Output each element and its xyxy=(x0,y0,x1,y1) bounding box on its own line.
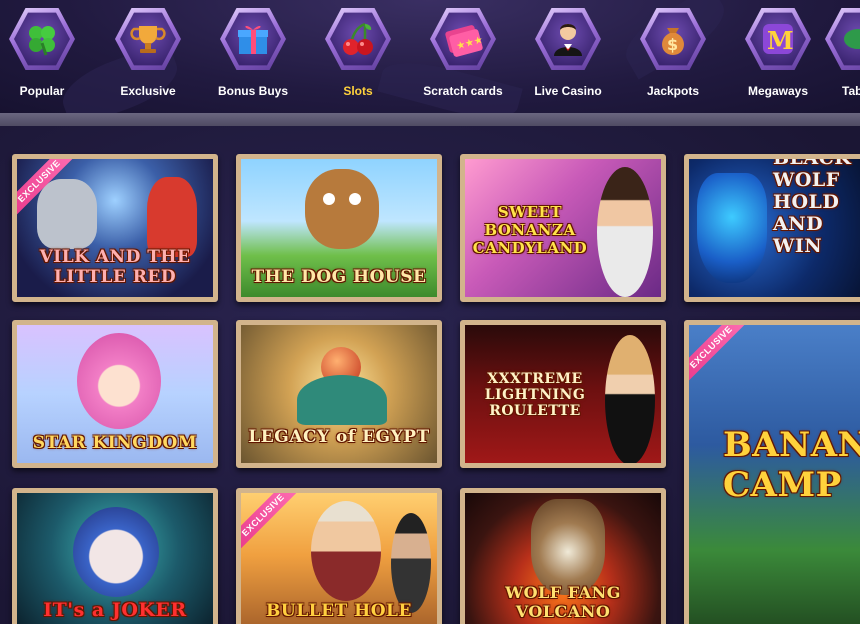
table-games-icon xyxy=(844,29,860,49)
game-tile-its-a-joker[interactable]: IT's a JOKER xyxy=(12,488,218,624)
hex-frame xyxy=(220,7,286,71)
dog-eye xyxy=(323,193,335,205)
category-bonus-buys[interactable]: Bonus Buys xyxy=(201,4,305,108)
trophy-icon xyxy=(130,26,166,53)
hex-inner xyxy=(225,12,281,66)
hex-inner xyxy=(120,12,176,66)
hex-frame xyxy=(825,7,860,71)
wolf-character xyxy=(697,173,767,283)
game-tile-vilk[interactable]: VILK AND THE LITTLE RED EXCLUSIVE xyxy=(12,154,218,302)
hex-frame: $ xyxy=(640,7,706,71)
wolf-character xyxy=(531,499,605,595)
princess-character xyxy=(77,333,161,429)
game-title: SWEET BONANZA CANDYLAND xyxy=(472,203,588,257)
category-megaways[interactable]: M Megaways xyxy=(726,4,830,108)
game-title: THE DOG HOUSE xyxy=(251,267,427,287)
game-tile-legacy-of-egypt[interactable]: LEGACY of EGYPT xyxy=(236,320,442,468)
game-tile-bullet-hole[interactable]: BULLET HOLE EXCLUSIVE xyxy=(236,488,442,624)
category-live-casino[interactable]: Live Casino xyxy=(516,4,620,108)
svg-text:$: $ xyxy=(667,35,678,54)
money-bag-icon: $ xyxy=(662,28,684,55)
game-title: LEGACY of EGYPT xyxy=(248,427,430,447)
category-label: Jackpots xyxy=(646,84,700,98)
game-title: BLACK WOLF HOLD AND WIN xyxy=(773,154,852,257)
game-title: XXXTREME LIGHTNING ROULETTE xyxy=(484,371,586,419)
hex-inner: $ xyxy=(645,12,701,66)
divider-bar xyxy=(0,113,860,126)
category-label: Live Casino xyxy=(534,84,602,98)
category-label: Popular xyxy=(19,84,65,98)
presenter-character xyxy=(597,167,653,297)
joker-character xyxy=(73,507,159,597)
scratch-card-icon: ★★★ xyxy=(445,25,483,57)
hex-inner xyxy=(330,12,386,66)
category-slots[interactable]: Slots xyxy=(306,4,410,108)
game-tile-lightning-roulette[interactable]: XXXTREME LIGHTNING ROULETTE xyxy=(460,320,666,468)
hex-inner: ★★★ xyxy=(435,12,491,66)
cherries-icon xyxy=(343,22,373,55)
category-table[interactable]: Tab xyxy=(818,4,860,108)
category-label: Bonus Buys xyxy=(217,84,288,98)
category-scratch-cards[interactable]: ★★★ Scratch cards xyxy=(411,4,515,108)
game-tile-banana-camp[interactable]: BANANA CAMP EXCLUSIVE xyxy=(684,320,860,624)
hex-frame xyxy=(115,7,181,71)
category-label: Megaways xyxy=(747,84,809,98)
outlaw-character xyxy=(391,513,431,613)
red-riding-hood-character xyxy=(147,177,197,257)
dog-character xyxy=(305,169,379,249)
category-label: Scratch cards xyxy=(423,84,503,98)
clover-icon xyxy=(29,26,55,56)
megaways-m-icon: M xyxy=(763,24,794,55)
games-grid: VILK AND THE LITTLE RED EXCLUSIVE THE DO… xyxy=(0,126,860,624)
category-exclusive[interactable]: Exclusive xyxy=(96,4,200,108)
category-label: Exclusive xyxy=(120,84,176,98)
game-tile-black-wolf[interactable]: BLACK WOLF HOLD AND WIN xyxy=(684,154,860,302)
hex-frame xyxy=(535,7,601,71)
dog-eye xyxy=(349,193,361,205)
sheriff-character xyxy=(311,501,381,601)
game-tile-dog-house[interactable]: THE DOG HOUSE xyxy=(236,154,442,302)
game-title: BULLET HOLE xyxy=(266,601,412,621)
svg-text:M: M xyxy=(767,26,794,55)
game-title: VILK AND THE LITTLE RED xyxy=(39,247,191,287)
category-label: Slots xyxy=(343,84,373,98)
hex-inner: M xyxy=(750,12,806,66)
game-title: BANANA CAMP xyxy=(723,425,860,505)
category-label: Tab xyxy=(842,84,860,98)
hex-inner xyxy=(830,12,860,66)
game-title: STAR KINGDOM xyxy=(32,433,198,453)
category-bar: Popular Exclusive Bonus Buys Slots ★★★ S… xyxy=(0,0,860,113)
game-tile-sweet-bonanza[interactable]: SWEET BONANZA CANDYLAND xyxy=(460,154,666,302)
dealer-icon xyxy=(554,24,582,56)
hex-inner xyxy=(14,12,70,66)
game-tile-star-kingdom[interactable]: STAR KINGDOM xyxy=(12,320,218,468)
game-tile-wolf-fang-volcano[interactable]: WOLF FANG VOLCANO xyxy=(460,488,666,624)
wolf-character xyxy=(37,179,97,249)
scarab-wings xyxy=(297,375,387,425)
hex-frame xyxy=(325,7,391,71)
category-popular[interactable]: Popular xyxy=(0,4,94,108)
hex-frame xyxy=(9,7,75,71)
category-jackpots[interactable]: $ Jackpots xyxy=(621,4,725,108)
gift-icon xyxy=(238,25,268,54)
presenter-character xyxy=(605,335,655,463)
hex-frame: ★★★ xyxy=(430,7,496,71)
hex-inner xyxy=(540,12,596,66)
game-title: IT's a JOKER xyxy=(43,599,187,621)
hex-frame: M xyxy=(745,7,811,71)
game-title: WOLF FANG VOLCANO xyxy=(505,583,621,621)
